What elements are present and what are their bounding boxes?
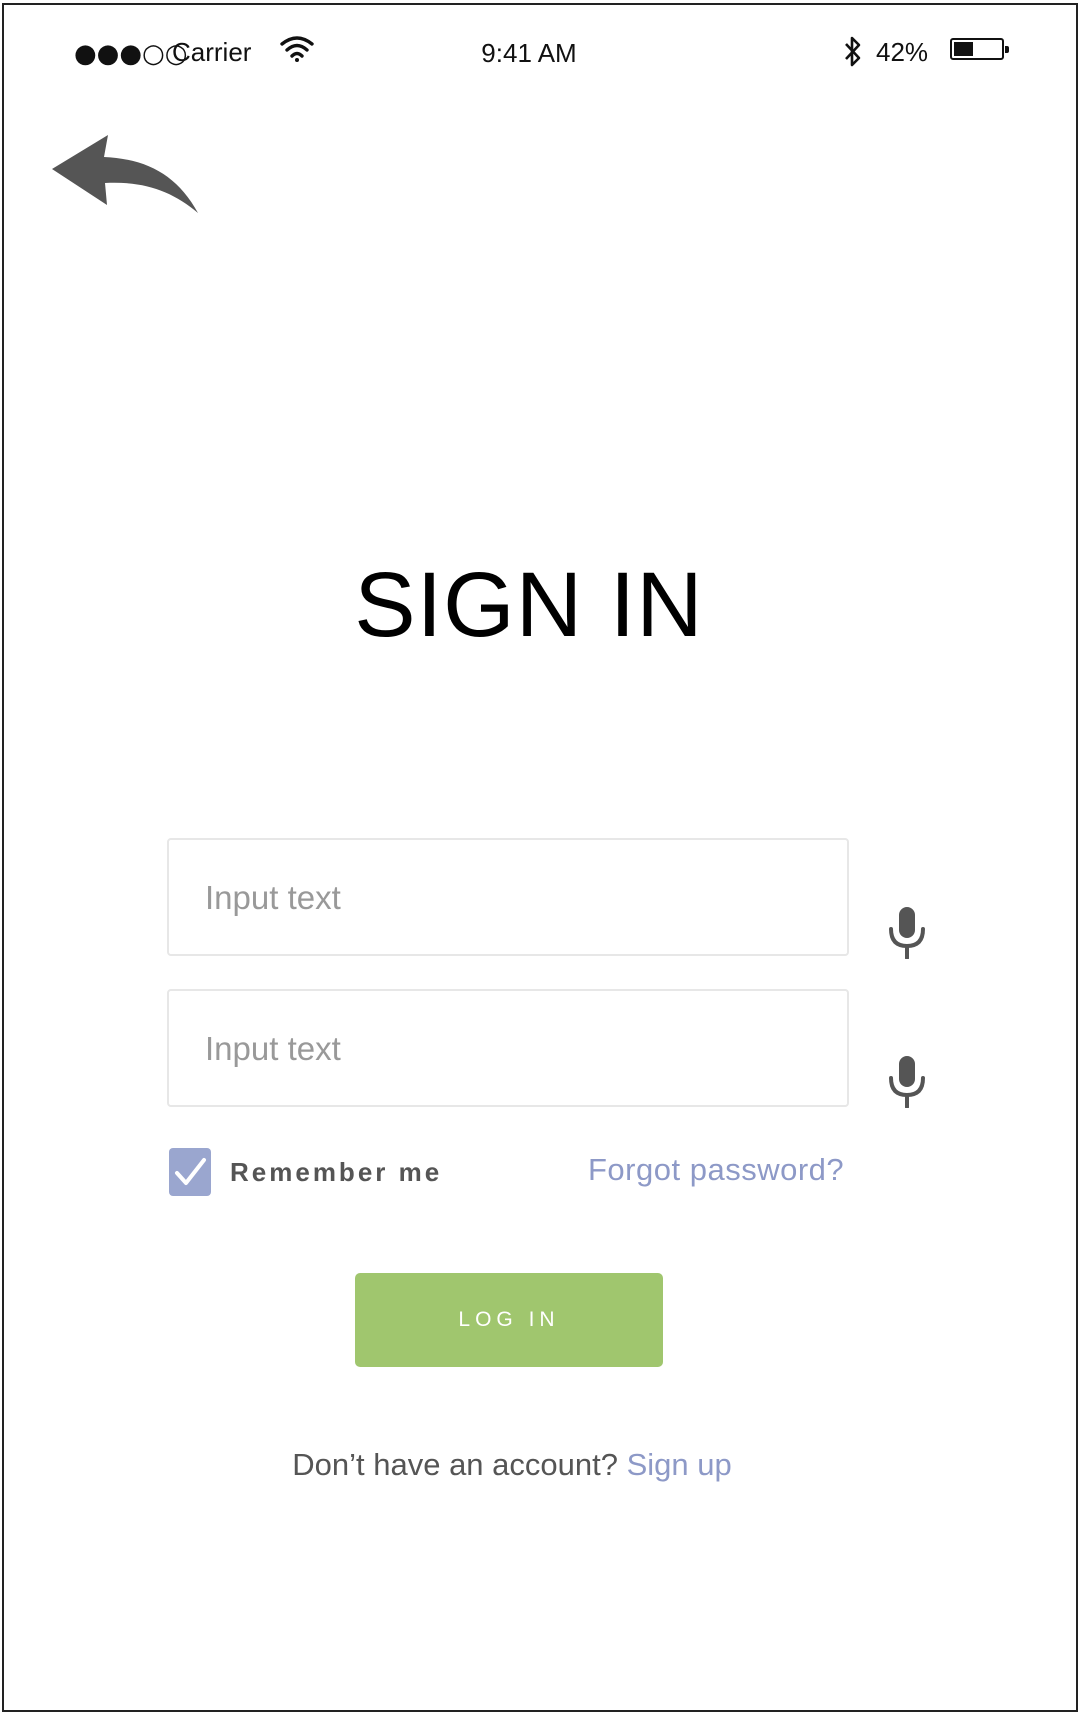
login-button[interactable]: LOG IN <box>355 1273 663 1367</box>
battery-percent: 42% <box>876 37 929 67</box>
remember-me-label: Remember me <box>230 1157 443 1187</box>
bluetooth-icon <box>845 36 861 67</box>
back-arrow-icon[interactable] <box>52 135 200 225</box>
password-input[interactable] <box>203 991 807 1107</box>
signup-prompt: Don’t have an account? Sign up <box>4 1447 1020 1483</box>
battery-fill <box>954 42 973 56</box>
forgot-password-link[interactable]: Forgot password? <box>588 1152 844 1188</box>
username-field[interactable] <box>167 838 849 956</box>
phone-frame: ●●●○○ Carrier 9:41 AM 42% SIGN IN Input … <box>2 3 1078 1712</box>
password-field[interactable] <box>167 989 849 1107</box>
username-input[interactable] <box>203 840 807 956</box>
signup-link[interactable]: Sign up <box>627 1447 732 1482</box>
page-title: SIGN IN <box>354 554 704 656</box>
remember-me-checkbox[interactable] <box>169 1148 211 1196</box>
username-mic-icon[interactable] <box>888 907 926 959</box>
status-bar: ●●●○○ Carrier 9:41 AM 42% <box>4 5 1076 95</box>
signup-prompt-text: Don’t have an account? <box>292 1447 618 1482</box>
password-mic-icon[interactable] <box>888 1056 926 1108</box>
checkmark-icon <box>175 1158 206 1185</box>
battery-icon <box>950 38 1009 60</box>
battery-nub <box>1005 46 1009 53</box>
